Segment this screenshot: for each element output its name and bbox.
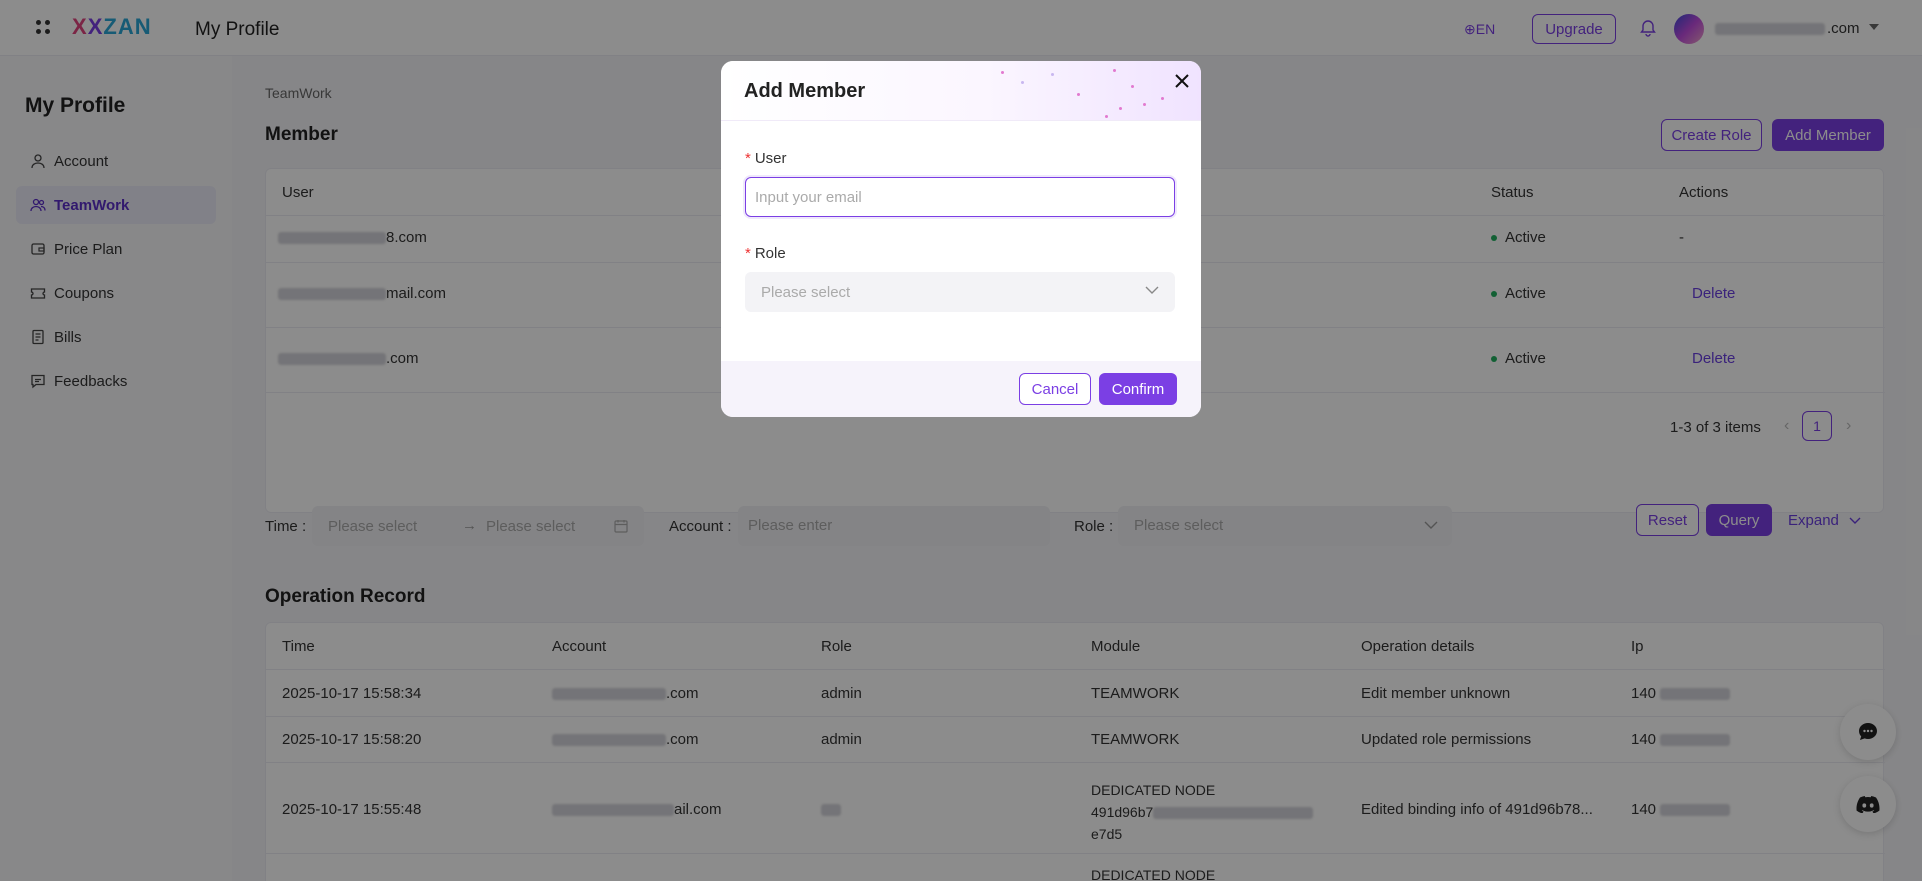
role-select[interactable]: Please select [745,272,1175,312]
close-icon[interactable] [1172,71,1192,91]
email-field[interactable] [745,177,1175,217]
modal-title: Add Member [744,80,866,102]
cancel-button[interactable]: Cancel [1019,373,1091,405]
role-field-label: * Role [745,245,786,262]
modal-footer: Cancel Confirm [721,361,1201,417]
confirm-button[interactable]: Confirm [1099,373,1177,405]
chevron-down-icon [1145,286,1159,294]
modal-header: Add Member [721,61,1201,121]
user-field-label: * User [745,150,787,167]
add-member-modal: Add Member *User *Role Please select Can… [721,61,1201,417]
